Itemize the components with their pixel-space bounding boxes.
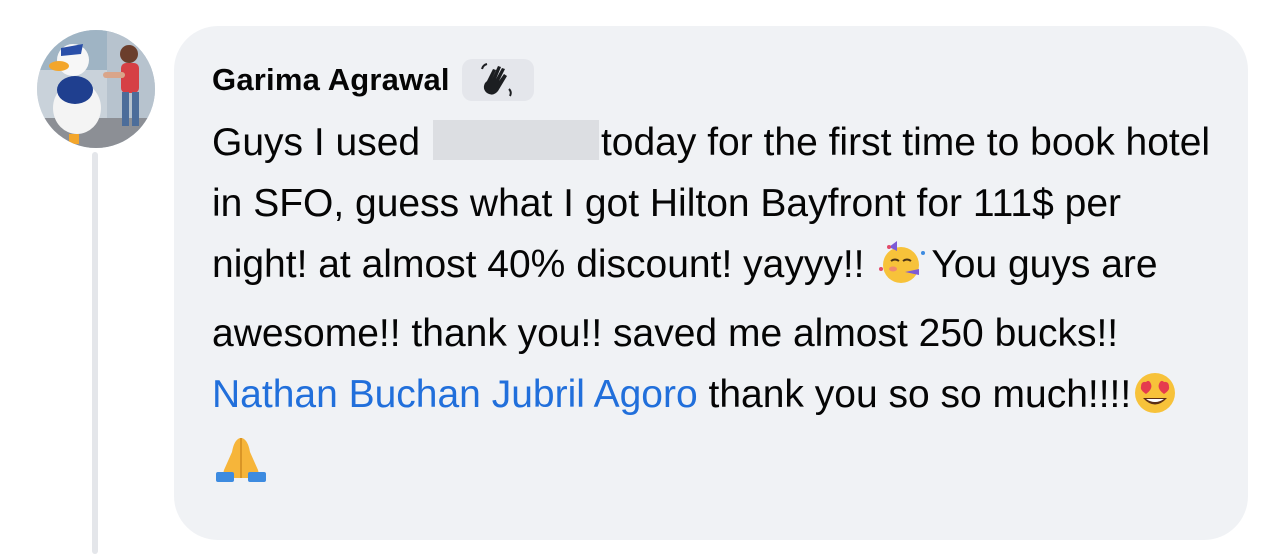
mention-nathan-buchan[interactable]: Nathan Buchan [212,373,481,416]
redacted-block [432,120,599,160]
folded-hands-icon [212,434,270,502]
heart-eyes-icon [1131,369,1179,433]
avatar[interactable] [37,30,155,148]
profile-photo [37,30,155,148]
comment-thread: Garima Agrawal Guys I used today for the… [0,0,1284,554]
comment-text-part-1: Guys I used [212,121,421,164]
partying-face-icon [875,239,931,303]
comment-text-part-4: thank you so so much!!!! [708,373,1132,416]
author-name[interactable]: Garima Agrawal [212,62,450,98]
comment-bubble: Garima Agrawal Guys I used today for the… [174,26,1248,540]
thread-connector-line [92,152,98,554]
comment-header: Garima Agrawal [212,56,1218,104]
waving-hand-icon [480,63,512,97]
waving-hand-badge[interactable] [461,59,534,101]
comment-text: Guys I used today for the first time to … [212,112,1212,502]
mention-jubril-agoro[interactable]: Jubril Agoro [492,373,698,416]
